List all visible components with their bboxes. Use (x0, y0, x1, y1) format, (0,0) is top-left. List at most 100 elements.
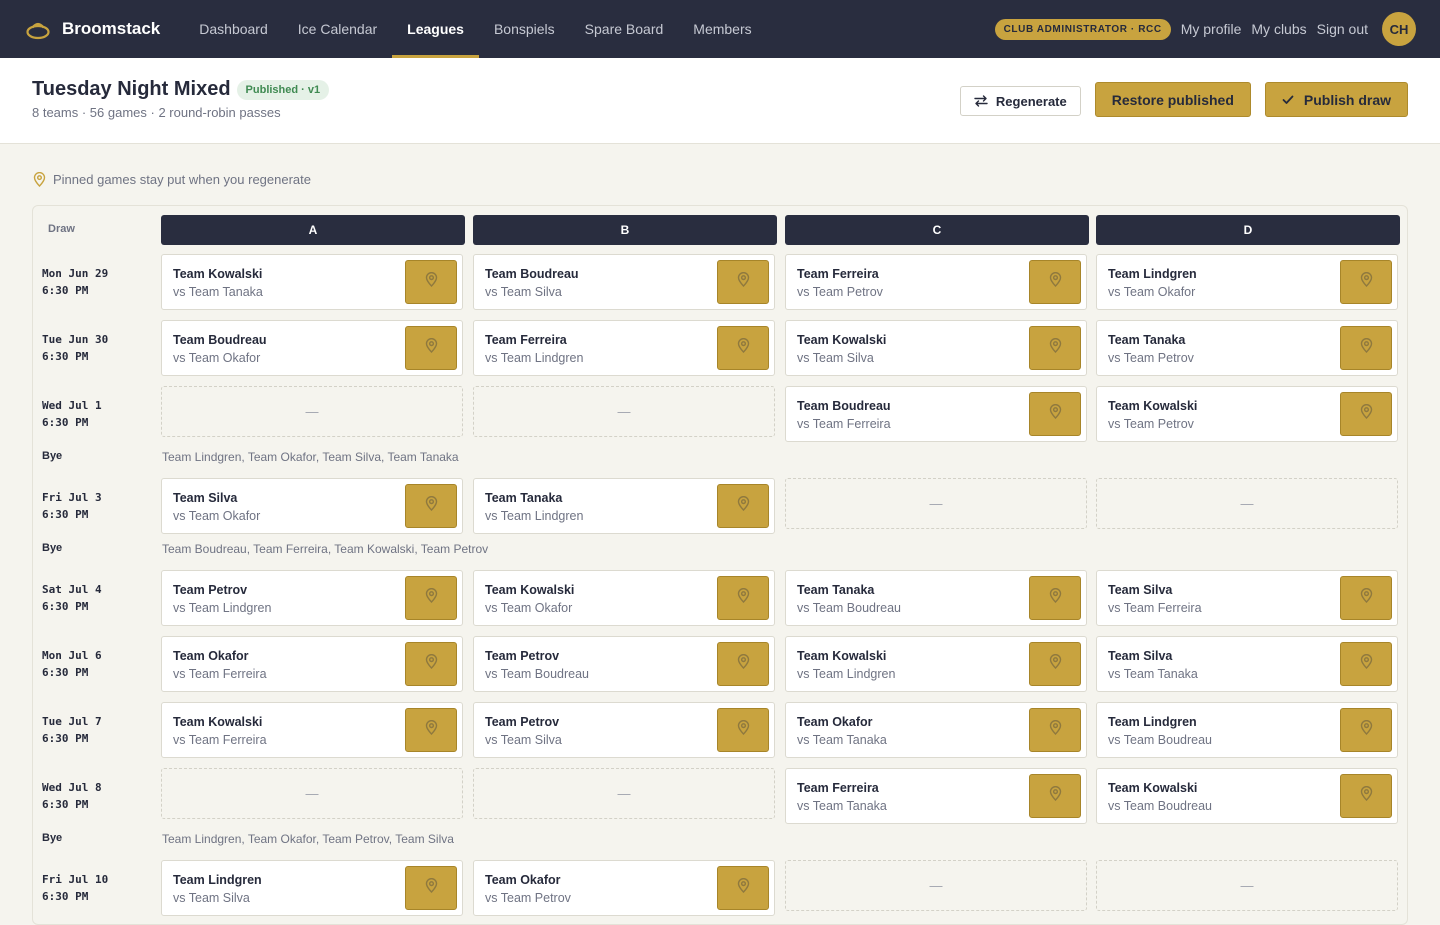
draw-start-time: 6:30 PM (42, 350, 89, 363)
bye-row: Bye Team Lindgren, Team Okafor, Team Petr… (33, 828, 1407, 852)
draw-row: Sat Jul 4 6:30 PM Team Petrov vs Team Lindg… (33, 570, 1407, 628)
pin-game-button[interactable] (1340, 326, 1392, 370)
game-card[interactable]: Team Petrov vs Team Boudreau (473, 636, 775, 692)
pin-game-button[interactable] (1029, 260, 1081, 304)
draw-row: Wed Jul 1 6:30 PM — — Team Boudreau vs Team F… (33, 386, 1407, 444)
pin-game-button[interactable] (1340, 642, 1392, 686)
map-pin-icon (1360, 654, 1373, 674)
game-away-team: vs Team Lindgren (485, 509, 584, 523)
pin-game-button[interactable] (1340, 392, 1392, 436)
game-card[interactable]: Team Okafor vs Team Ferreira (161, 636, 463, 692)
game-card[interactable]: Team Tanaka vs Team Petrov (1096, 320, 1398, 376)
nav-tab-spare-board[interactable]: Spare Board (570, 0, 679, 58)
nav-tab-dashboard[interactable]: Dashboard (184, 0, 283, 58)
my-clubs-link[interactable]: My clubs (1251, 21, 1306, 37)
game-card[interactable]: Team Lindgren vs Team Silva (161, 860, 463, 916)
game-card[interactable]: Team Petrov vs Team Lindgren (161, 570, 463, 626)
regenerate-button[interactable]: Regenerate (959, 86, 1081, 116)
pin-game-button[interactable] (1340, 260, 1392, 304)
draw-start-time: 6:30 PM (42, 284, 89, 297)
game-card[interactable]: Team Kowalski vs Team Okafor (473, 570, 775, 626)
game-home-team: Team Boudreau (797, 399, 891, 413)
game-card[interactable]: Team Ferreira vs Team Petrov (785, 254, 1087, 310)
game-card[interactable]: Team Boudreau vs Team Okafor (161, 320, 463, 376)
pin-game-button[interactable] (717, 866, 769, 910)
pin-game-button[interactable] (405, 866, 457, 910)
my-profile-link[interactable]: My profile (1181, 21, 1242, 37)
game-card[interactable]: Team Boudreau vs Team Ferreira (785, 386, 1087, 442)
game-card[interactable]: Team Petrov vs Team Silva (473, 702, 775, 758)
game-card[interactable]: Team Silva vs Team Tanaka (1096, 636, 1398, 692)
game-card[interactable]: Team Okafor vs Team Tanaka (785, 702, 1087, 758)
pin-game-button[interactable] (405, 708, 457, 752)
nav-tab-leagues[interactable]: Leagues (392, 0, 479, 58)
game-card[interactable]: Team Tanaka vs Team Boudreau (785, 570, 1087, 626)
game-card[interactable]: Team Ferreira vs Team Lindgren (473, 320, 775, 376)
game-home-team: Team Petrov (485, 715, 560, 729)
draw-date: Tue Jun 30 (42, 333, 109, 346)
draw-start-time: 6:30 PM (42, 798, 89, 811)
check-icon (1282, 95, 1294, 104)
game-card[interactable]: Team Kowalski vs Team Boudreau (1096, 768, 1398, 824)
pin-game-button[interactable] (1029, 642, 1081, 686)
avatar[interactable]: CH (1382, 12, 1416, 46)
pin-game-button[interactable] (405, 576, 457, 620)
pin-game-button[interactable] (1340, 576, 1392, 620)
game-home-team: Team Kowalski (173, 715, 263, 729)
nav-tab-bonspiels[interactable]: Bonspiels (479, 0, 570, 58)
pin-game-button[interactable] (717, 576, 769, 620)
top-nav: Broomstack Dashboard Ice Calendar Leagues B… (0, 0, 1440, 58)
pin-game-button[interactable] (1029, 774, 1081, 818)
game-card[interactable]: Team Kowalski vs Team Lindgren (785, 636, 1087, 692)
game-home-team: Team Ferreira (485, 333, 567, 347)
game-card[interactable]: Team Silva vs Team Okafor (161, 478, 463, 534)
game-card[interactable]: Team Kowalski vs Team Tanaka (161, 254, 463, 310)
pin-game-button[interactable] (1029, 392, 1081, 436)
game-card[interactable]: Team Boudreau vs Team Silva (473, 254, 775, 310)
game-home-team: Team Silva (173, 491, 238, 505)
pin-game-button[interactable] (1340, 708, 1392, 752)
pin-game-button[interactable] (405, 260, 457, 304)
draw-date: Wed Jul 1 (42, 399, 102, 412)
regenerate-label: Regenerate (995, 93, 1067, 109)
restore-published-button[interactable]: Restore published (1094, 82, 1251, 117)
game-away-team: vs Team Ferreira (173, 733, 267, 747)
pin-game-button[interactable] (717, 326, 769, 370)
pin-game-button[interactable] (1029, 708, 1081, 752)
publish-draw-button[interactable]: Publish draw (1264, 82, 1408, 117)
nav-tab-members[interactable]: Members (678, 0, 766, 58)
map-pin-icon (425, 338, 438, 358)
game-away-team: vs Team Petrov (797, 285, 883, 299)
game-home-team: Team Ferreira (797, 781, 879, 795)
pin-game-button[interactable] (717, 708, 769, 752)
sign-out-link[interactable]: Sign out (1317, 21, 1368, 37)
pin-game-button[interactable] (405, 326, 457, 370)
game-away-team: vs Team Boudreau (797, 601, 901, 615)
game-card[interactable]: Team Lindgren vs Team Boudreau (1096, 702, 1398, 758)
nav-tab-ice-calendar[interactable]: Ice Calendar (283, 0, 392, 58)
game-card[interactable]: Team Silva vs Team Ferreira (1096, 570, 1398, 626)
game-card[interactable]: Team Kowalski vs Team Ferreira (161, 702, 463, 758)
pin-game-button[interactable] (717, 260, 769, 304)
brand[interactable]: Broomstack (26, 17, 160, 41)
pin-game-button[interactable] (717, 484, 769, 528)
game-card[interactable]: Team Kowalski vs Team Petrov (1096, 386, 1398, 442)
game-card[interactable]: Team Kowalski vs Team Silva (785, 320, 1087, 376)
game-card[interactable]: Team Tanaka vs Team Lindgren (473, 478, 775, 534)
game-card[interactable]: Team Okafor vs Team Petrov (473, 860, 775, 916)
pin-game-button[interactable] (1340, 774, 1392, 818)
pin-game-button[interactable] (1029, 576, 1081, 620)
pin-game-button[interactable] (717, 642, 769, 686)
draw-time: Tue Jun 30 6:30 PM (42, 331, 108, 365)
draw-start-time: 6:30 PM (42, 508, 89, 521)
page-subtitle: 8 teams · 56 games · 2 round-robin passe… (32, 105, 281, 120)
game-card[interactable]: Team Ferreira vs Team Tanaka (785, 768, 1087, 824)
pin-game-button[interactable] (1029, 326, 1081, 370)
empty-slot: — (161, 386, 463, 437)
map-pin-icon (737, 654, 750, 674)
pin-game-button[interactable] (405, 484, 457, 528)
draw-date: Tue Jul 7 (42, 715, 102, 728)
draw-start-time: 6:30 PM (42, 666, 89, 679)
pin-game-button[interactable] (405, 642, 457, 686)
game-card[interactable]: Team Lindgren vs Team Okafor (1096, 254, 1398, 310)
